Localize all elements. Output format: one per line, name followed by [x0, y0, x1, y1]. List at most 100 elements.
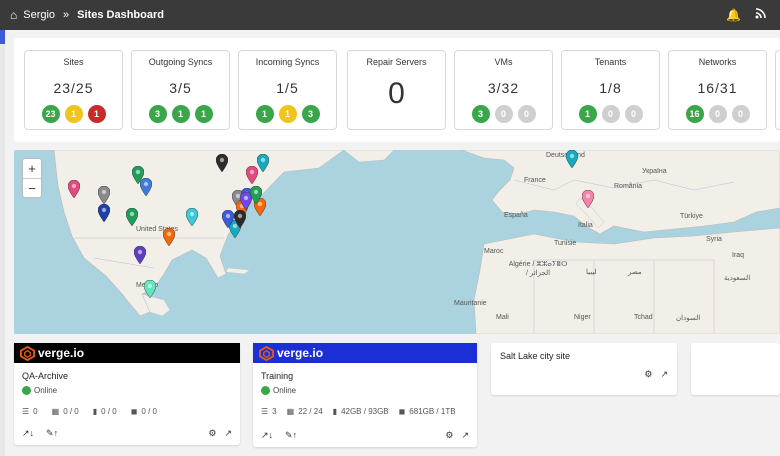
stat-partial-card: [775, 50, 780, 130]
chart-download-icon[interactable]: ↗↓: [261, 430, 273, 441]
chart-download-icon[interactable]: ↗↓: [22, 428, 34, 439]
metric-cores: ▦ 22 / 24: [287, 407, 323, 416]
site-metrics: ☰ 3 ▦ 22 / 24 ▮ 42GB / 93GB ◼ 681GB / 1TB: [261, 407, 477, 416]
status-dot: [261, 386, 270, 395]
stat-incoming-syncs[interactable]: Incoming Syncs 1/5 1 1 3: [238, 50, 337, 130]
stat-label: Repair Servers: [366, 57, 427, 67]
map-pin-marker[interactable]: [250, 186, 262, 204]
settings-icon[interactable]: ⚙: [445, 430, 453, 441]
map-pin-marker[interactable]: [126, 208, 138, 226]
stat-networks[interactable]: Networks 16/31 16 0 0: [668, 50, 767, 130]
card-footer: ↗↓ ✎↑ ⚙ ↗: [22, 428, 232, 439]
map-label: Türkiye: [680, 213, 703, 220]
stat-repair-servers[interactable]: Repair Servers 0: [347, 50, 446, 130]
server-icon: ☰: [22, 407, 30, 416]
map-label: ليبيا: [586, 269, 597, 276]
site-name: QA-Archive: [22, 371, 69, 381]
site-card-training[interactable]: verge.io Training Online ☰ 3 ▦ 22 / 24 ▮ 42…: [253, 343, 477, 447]
map-pin-marker[interactable]: [68, 180, 80, 198]
stat-badge-online: 1: [194, 105, 213, 123]
map-label: Italia: [578, 222, 593, 229]
navbar-actions: 🔔: [726, 0, 766, 30]
site-card-salt-lake[interactable]: Salt Lake city site ⚙ ↗: [491, 343, 677, 395]
card-brand-bar: verge.io: [14, 343, 240, 363]
stat-label: Sites: [63, 57, 84, 67]
map-pin-marker[interactable]: [98, 204, 110, 222]
edit-upload-icon[interactable]: ✎↑: [285, 430, 297, 441]
map-pin-marker[interactable]: [246, 166, 258, 184]
settings-icon[interactable]: ⚙: [208, 428, 216, 439]
stat-value: 23/25: [53, 80, 94, 96]
stat-sites[interactable]: Sites 23/25 23 1 1: [24, 50, 123, 130]
zoom-out-button[interactable]: −: [23, 178, 41, 197]
site-card-partial[interactable]: [691, 343, 780, 395]
stat-outgoing-syncs[interactable]: Outgoing Syncs 3/5 3 1 1: [131, 50, 230, 130]
metric-ram: ▮ 0 / 0: [93, 407, 117, 416]
cpu-icon: ▦: [51, 407, 60, 416]
map-land: [53, 150, 780, 334]
map-pin-marker[interactable]: [566, 150, 578, 168]
external-link-icon[interactable]: ↗: [461, 430, 469, 441]
map-label: السعودية: [724, 275, 751, 282]
card-brand-text: verge.io: [277, 346, 324, 360]
sites-map[interactable]: + − United States Mexico France Deutschl…: [14, 150, 780, 334]
map-label: Tunisie: [554, 240, 577, 247]
metric-cores: ▦ 0 / 0: [52, 407, 79, 416]
stat-value: 16/31: [697, 80, 738, 96]
map-label: مصر: [628, 269, 642, 276]
memory-icon: ▮: [92, 407, 98, 416]
storage-icon: ◼: [130, 407, 138, 416]
map-label: Mauritanie: [454, 300, 487, 307]
map-label: السودان: [676, 315, 701, 322]
bell-icon[interactable]: 🔔: [726, 8, 741, 22]
map-pin-marker[interactable]: [163, 228, 175, 246]
map-pin-marker[interactable]: [186, 208, 198, 226]
external-link-icon[interactable]: ↗: [224, 428, 232, 439]
stat-badge-inactive: 0: [624, 105, 643, 123]
stat-vms[interactable]: VMs 3/32 3 0 0: [454, 50, 553, 130]
map-label: Tchad: [634, 314, 653, 321]
settings-icon[interactable]: ⚙: [644, 369, 652, 380]
metric-storage: ◼ 0 / 0: [131, 407, 157, 416]
card-brand-bar: verge.io: [253, 343, 477, 363]
metric-value: 681GB / 1TB: [409, 407, 456, 416]
site-card-qa-archive[interactable]: verge.io QA-Archive Online ☰ 0 ▦ 0 / 0 ▮ 0 …: [14, 343, 240, 445]
metric-value: 3: [272, 407, 277, 416]
stat-label: Incoming Syncs: [255, 57, 320, 67]
map-pin-marker[interactable]: [222, 210, 234, 228]
map-pin-marker[interactable]: [134, 246, 146, 264]
stat-badge-online: 23: [41, 105, 60, 123]
metric-value: 0: [33, 407, 38, 416]
metric-value: 0 / 0: [63, 407, 79, 416]
stat-badge-online: 1: [255, 105, 274, 123]
external-link-icon[interactable]: ↗: [660, 369, 668, 380]
stat-value: 1/8: [599, 80, 622, 96]
zoom-in-button[interactable]: +: [23, 159, 41, 178]
rss-icon[interactable]: [755, 8, 766, 22]
stat-badge-inactive: 0: [708, 105, 727, 123]
map-pin-marker[interactable]: [140, 178, 152, 196]
metric-storage: ◼ 681GB / 1TB: [399, 407, 456, 416]
page-title: Sites Dashboard: [77, 9, 164, 21]
edit-upload-icon[interactable]: ✎↑: [46, 428, 58, 439]
map-pin-marker[interactable]: [582, 190, 594, 208]
top-navbar: ⌂ Sergio » Sites Dashboard 🔔: [0, 0, 780, 30]
home-icon[interactable]: ⌂: [10, 8, 17, 22]
left-rail-active-indicator: [0, 30, 5, 44]
stat-badge-online: 3: [148, 105, 167, 123]
stat-badge-inactive: 0: [731, 105, 750, 123]
stat-value: 1/5: [276, 80, 299, 96]
map-pin-marker[interactable]: [216, 154, 228, 172]
stat-label: Outgoing Syncs: [148, 57, 213, 67]
map-label: Syria: [706, 236, 722, 243]
breadcrumb-user[interactable]: Sergio: [23, 9, 55, 21]
map-pin-marker[interactable]: [144, 280, 156, 298]
stat-badge-warning: 1: [64, 105, 83, 123]
metric-value: 0 / 0: [101, 407, 117, 416]
metric-value: 42GB / 93GB: [341, 407, 389, 416]
map-pin-marker[interactable]: [257, 154, 269, 172]
map-pin-marker[interactable]: [234, 210, 246, 228]
map-pin-marker[interactable]: [98, 186, 110, 204]
site-metrics: ☰ 0 ▦ 0 / 0 ▮ 0 / 0 ◼ 0 / 0: [22, 407, 240, 416]
stat-tenants[interactable]: Tenants 1/8 1 0 0: [561, 50, 660, 130]
